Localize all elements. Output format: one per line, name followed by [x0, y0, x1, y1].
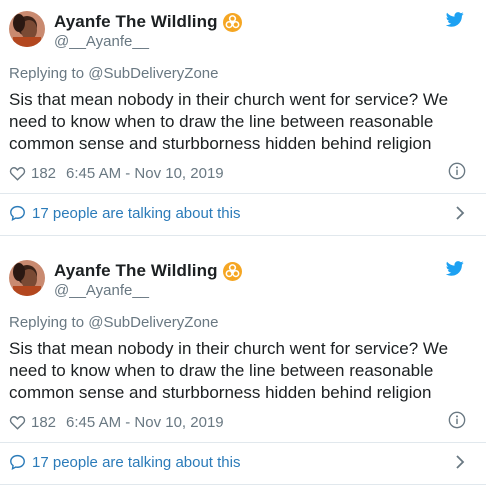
- speech-bubble-icon: [10, 454, 25, 470]
- heart-icon[interactable]: [9, 165, 26, 181]
- author-name[interactable]: Ayanfe The Wildling: [54, 261, 218, 281]
- author-handle[interactable]: @__Ayanfe__: [54, 33, 149, 50]
- talking-label[interactable]: 17 people are talking about this: [32, 205, 240, 222]
- twitter-bird-icon[interactable]: [446, 12, 464, 27]
- biohazard-icon: [222, 12, 242, 32]
- speech-bubble-icon: [10, 205, 25, 221]
- tweet-timestamp[interactable]: 6:45 AM - Nov 10, 2019: [66, 165, 224, 182]
- biohazard-icon: [222, 261, 242, 281]
- avatar[interactable]: [9, 11, 45, 47]
- chevron-right-icon[interactable]: [455, 454, 465, 470]
- reply-context[interactable]: Replying to @SubDeliveryZone: [9, 314, 219, 331]
- info-icon[interactable]: [448, 162, 466, 180]
- twitter-bird-icon[interactable]: [446, 261, 464, 276]
- tweet-gap: [0, 236, 486, 249]
- info-icon[interactable]: [448, 411, 466, 429]
- chevron-right-icon[interactable]: [455, 205, 465, 221]
- tweet-timestamp[interactable]: 6:45 AM - Nov 10, 2019: [66, 414, 224, 431]
- avatar[interactable]: [9, 260, 45, 296]
- reply-context[interactable]: Replying to @SubDeliveryZone: [9, 65, 219, 82]
- talking-label[interactable]: 17 people are talking about this: [32, 454, 240, 471]
- tweet-text: Sis that mean nobody in their church wen…: [9, 339, 449, 402]
- heart-icon[interactable]: [9, 414, 26, 430]
- divider: [0, 193, 486, 194]
- talking-link[interactable]: 17 people are talking about this: [9, 203, 240, 223]
- author-handle[interactable]: @__Ayanfe__: [54, 282, 149, 299]
- like-count[interactable]: 182: [31, 414, 56, 431]
- author-name[interactable]: Ayanfe The Wildling: [54, 12, 218, 32]
- tweet-card[interactable]: Ayanfe The Wildling @__Ayanfe__ Replying…: [0, 0, 486, 236]
- tweet-text: Sis that mean nobody in their church wen…: [9, 90, 449, 153]
- like-count[interactable]: 182: [31, 165, 56, 182]
- divider: [0, 442, 486, 443]
- talking-link[interactable]: 17 people are talking about this: [9, 452, 240, 472]
- tweet-card[interactable]: Ayanfe The Wildling @__Ayanfe__ Replying…: [0, 249, 486, 485]
